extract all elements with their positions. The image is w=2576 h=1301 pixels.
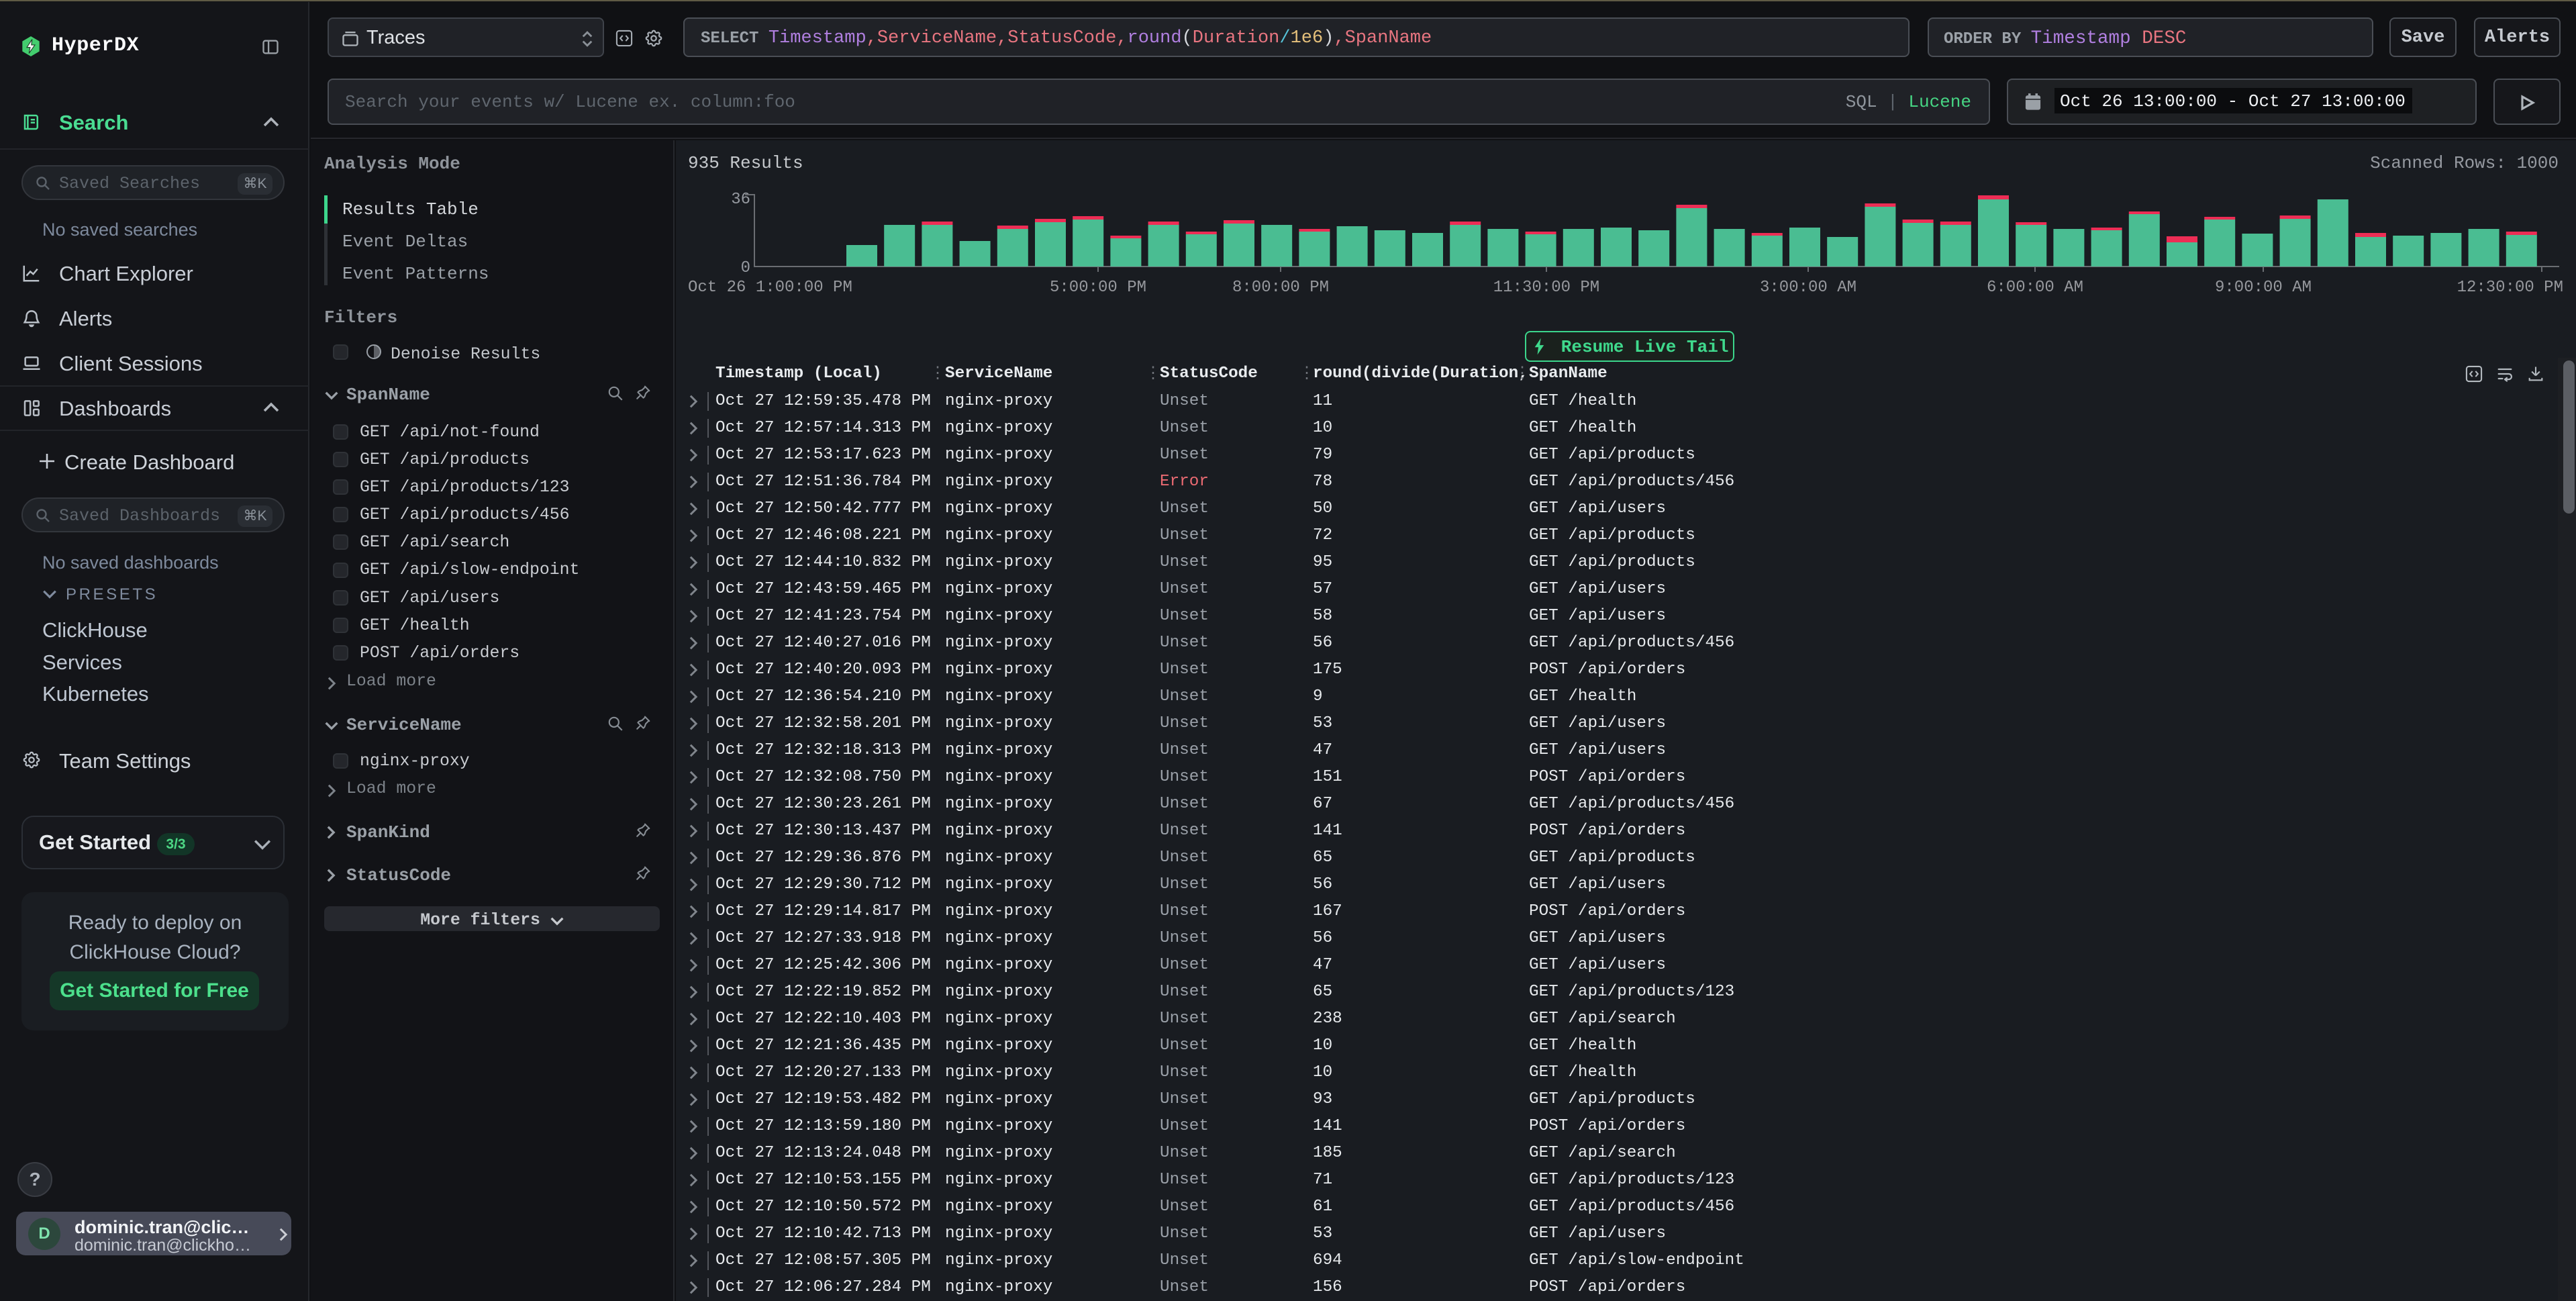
- svg-text:9:00:00 AM: 9:00:00 AM: [2215, 279, 2312, 297]
- svg-text:11:30:00 PM: 11:30:00 PM: [1493, 279, 1599, 297]
- svg-text:8:00:00 PM: 8:00:00 PM: [1232, 279, 1329, 297]
- svg-text:6:00:00 AM: 6:00:00 AM: [1987, 279, 2083, 297]
- svg-text:12:30:00 PM: 12:30:00 PM: [2457, 279, 2563, 297]
- svg-text:3:00:00 AM: 3:00:00 AM: [1760, 279, 1856, 297]
- svg-text:36: 36: [731, 191, 750, 209]
- svg-text:5:00:00 PM: 5:00:00 PM: [1050, 279, 1146, 297]
- svg-text:Oct 26 1:00:00 PM: Oct 26 1:00:00 PM: [688, 279, 852, 297]
